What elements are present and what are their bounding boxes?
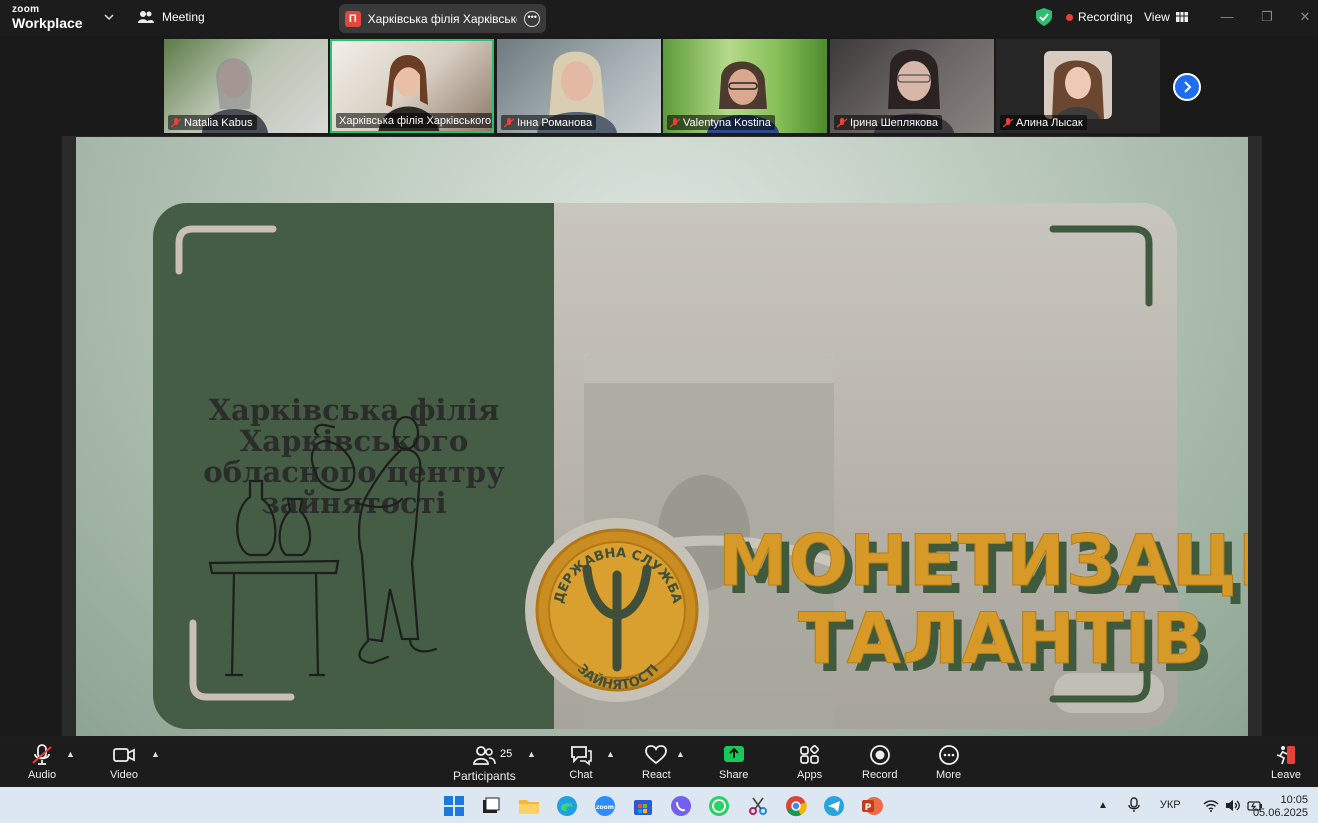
audio-options-caret-icon[interactable]: ▲ [66,749,75,759]
windows-start-icon[interactable] [443,795,465,817]
whatsapp-icon[interactable] [708,795,730,817]
taskbar-clock[interactable]: 10:05 05.06.2025 [1253,794,1308,820]
record-icon [869,745,890,765]
meeting-toolbar: Audio ▲ Video ▲ Participants 25 ▲ Chat ▲… [0,737,1318,787]
chevron-right-icon [1184,81,1192,93]
restore-icon[interactable]: ❐ [1259,9,1275,25]
recording-label: Recording [1078,10,1133,24]
mic-muted-icon [837,117,847,128]
participant-video-strip: Natalia Kabus Харківська філія Харківськ… [164,39,1161,133]
system-tray: ▲ УКР [1098,787,1263,823]
meeting-badge: П [345,10,361,27]
more-options-icon[interactable]: ••• [524,10,540,27]
mic-muted-icon [32,744,52,765]
mic-muted-icon [504,117,514,128]
more-icon [938,745,959,765]
chat-icon [571,746,592,766]
headline-line-2: ТАЛАНТІВ [798,598,1206,680]
view-label: View [1144,10,1170,24]
clock-date: 05.06.2025 [1252,807,1308,819]
more-button[interactable]: More [936,744,961,781]
participants-icon [473,746,497,765]
encryption-shield-icon[interactable] [1036,8,1052,26]
chat-button[interactable]: Chat [569,744,593,781]
close-icon[interactable]: ✕ [1297,9,1313,25]
react-options-caret-icon[interactable]: ▲ [676,749,685,759]
participants-options-caret-icon[interactable]: ▲ [527,749,536,759]
microphone-icon[interactable] [1128,797,1140,813]
logo-brand-bottom: Workplace [12,15,83,31]
keyboard-language[interactable]: УКР [1160,799,1181,811]
video-tile[interactable]: Ірина Шеплякова [830,39,994,133]
meeting-title-pill[interactable]: П Харківська філія Харківського с ••• [339,4,546,33]
minimize-icon[interactable]: — [1219,9,1235,25]
tile-name-label: Харківська філія Харківського ... [336,113,492,128]
edge-browser-icon[interactable] [556,795,578,817]
react-button[interactable]: React [642,744,671,781]
view-button[interactable]: View [1144,10,1188,24]
meeting-title: Харківська філія Харківського с [367,11,518,26]
snipping-tool-icon[interactable] [747,795,769,817]
show-hidden-icons[interactable]: ▲ [1098,800,1108,811]
tile-name-label: Ірина Шеплякова [834,115,942,130]
file-explorer-icon[interactable] [518,795,540,817]
svg-text:P: P [865,803,872,813]
video-button[interactable]: Video [110,744,138,781]
people-icon [138,11,154,23]
zoom-app-icon[interactable]: zoom [594,795,616,817]
tile-name-label: Алина Лысак [1000,115,1087,130]
top-bar: zoom Workplace Meeting П Харківська філі… [0,0,1318,36]
audio-button[interactable]: Audio [28,744,56,781]
leave-button[interactable]: Leave [1271,744,1301,781]
tile-name-label: Інна Романова [501,115,597,130]
recording-dot-icon [1066,13,1073,21]
emblem-coin-icon: ДЕРЖАВНА СЛУЖБА ЗАЙНЯТОСТІ [525,518,709,702]
mic-muted-icon [171,117,181,128]
headline-line-1: МОНЕТИЗАЦІЯ [718,520,1248,602]
next-page-button[interactable] [1173,73,1201,101]
grid-view-icon [1175,12,1188,22]
video-camera-icon [113,748,135,762]
mic-muted-icon [1003,117,1013,128]
tile-name-label: Natalia Kabus [168,115,257,130]
svg-text:zoom: zoom [596,804,614,811]
volume-icon[interactable] [1225,799,1241,812]
video-tile[interactable]: Алина Лысак [996,39,1160,133]
zoom-workplace-logo[interactable]: zoom Workplace [12,4,83,31]
share-screen-icon [723,746,744,762]
video-tile[interactable]: Natalia Kabus [164,39,328,133]
chat-options-caret-icon[interactable]: ▲ [606,749,615,759]
chevron-down-icon[interactable] [104,12,114,22]
record-button[interactable]: Record [862,744,897,781]
recording-indicator[interactable]: Recording [1066,10,1133,24]
store-icon[interactable] [632,795,654,817]
windows-taskbar: zoom P ▲ УКР 10:05 05.06.2025 [0,787,1318,823]
logo-brand-top: zoom [12,4,40,15]
telegram-icon[interactable] [823,795,845,817]
heart-icon [645,745,668,765]
meeting-menu[interactable]: Meeting [138,10,205,24]
wifi-icon[interactable] [1203,799,1219,812]
meeting-label: Meeting [162,10,205,24]
potter-line-art [208,415,438,677]
apps-icon [799,745,819,764]
shared-slide[interactable]: Харківська філія Харківського обласного … [76,137,1248,736]
video-options-caret-icon[interactable]: ▲ [151,749,160,759]
apps-button[interactable]: Apps [797,744,822,781]
mic-muted-icon [670,117,680,128]
participants-count: 25 [500,748,513,760]
state-employment-service-emblem: ДЕРЖАВНА СЛУЖБА ЗАЙНЯТОСТІ [524,517,710,708]
clock-time: 10:05 [1280,794,1308,806]
share-button[interactable]: Share [719,744,748,781]
viber-icon[interactable] [670,795,692,817]
task-view-icon[interactable] [480,795,502,817]
chrome-icon[interactable] [785,795,807,817]
video-tile[interactable]: Valentyna Kostina [663,39,827,133]
leave-icon [1276,746,1295,765]
video-tile[interactable]: Інна Романова [497,39,661,133]
tile-name-label: Valentyna Kostina [667,115,775,130]
video-tile-active[interactable]: Харківська філія Харківського ... [330,39,494,133]
powerpoint-icon[interactable]: P [861,795,883,817]
